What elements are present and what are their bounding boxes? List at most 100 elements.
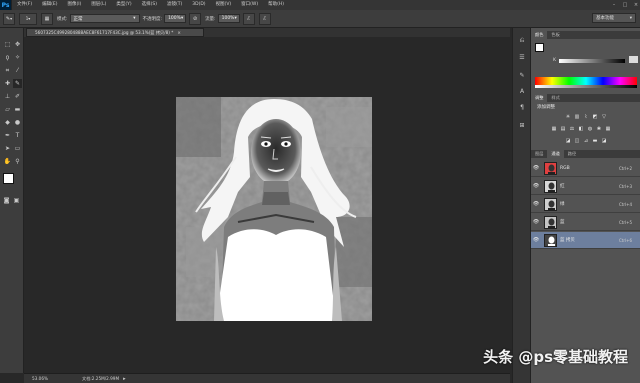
history-panel-icon[interactable]: ⎌ bbox=[517, 36, 527, 46]
menu-item-0[interactable]: 文件(F) bbox=[12, 0, 37, 10]
brightness-contrast-icon[interactable]: ☀ bbox=[565, 114, 571, 120]
channel-row-0[interactable]: 👁 RGB Ctrl+2 bbox=[531, 160, 640, 177]
brush-size-picker[interactable]: 1 ▾ bbox=[19, 12, 37, 25]
magic-wand-tool-icon[interactable]: ✧ bbox=[13, 53, 22, 62]
brush-panel-toggle[interactable]: ▦ bbox=[41, 12, 53, 25]
history-brush-tool-icon[interactable]: ✐ bbox=[13, 92, 22, 101]
tool-preset-picker[interactable]: ✎ ▾ bbox=[3, 12, 15, 25]
tab-swatches[interactable]: 色板 bbox=[547, 31, 563, 39]
tab-adjustments[interactable]: 调整 bbox=[531, 94, 548, 102]
path-selection-tool-icon[interactable]: ➤ bbox=[3, 144, 12, 153]
exposure-icon[interactable]: ◩ bbox=[592, 114, 598, 120]
visibility-eye-icon[interactable]: 👁 bbox=[531, 201, 541, 207]
move-tool-icon[interactable]: ✥ bbox=[13, 40, 22, 49]
document-tab[interactable]: 5607325C4992804888AEC8F61717F43C.jpg @ 5… bbox=[26, 28, 204, 37]
gradient-tool-icon[interactable]: ▬ bbox=[13, 105, 22, 114]
grayscale-ramp[interactable] bbox=[535, 85, 637, 88]
zoom-tool-icon[interactable]: ⚲ bbox=[13, 157, 22, 166]
clone-stamp-tool-icon[interactable]: ⊥ bbox=[3, 92, 12, 101]
photo-filter-icon[interactable]: ◍ bbox=[587, 126, 593, 132]
visibility-eye-icon[interactable]: 👁 bbox=[531, 183, 541, 189]
zoom-level[interactable]: 53.06% bbox=[32, 376, 60, 381]
gradient-map-icon-small[interactable]: ▽ bbox=[601, 114, 607, 120]
maximize-button[interactable]: □ bbox=[621, 2, 629, 9]
levels-icon[interactable]: ▥ bbox=[574, 114, 580, 120]
blur-tool-icon[interactable]: ◆ bbox=[3, 118, 12, 127]
color-lookup-icon[interactable]: ▦ bbox=[605, 126, 611, 132]
k-value-field[interactable] bbox=[629, 56, 638, 63]
mode-select[interactable]: 正常 ▾ bbox=[69, 14, 140, 23]
dodge-tool-icon[interactable]: ● bbox=[13, 118, 22, 127]
menu-item-2[interactable]: 图像(I) bbox=[62, 0, 86, 10]
crop-tool-icon[interactable]: ⌗ bbox=[3, 66, 12, 75]
menu-item-8[interactable]: 视图(V) bbox=[211, 0, 237, 10]
menu-item-4[interactable]: 类型(Y) bbox=[111, 0, 136, 10]
size-pressure-toggle[interactable]: ℰ bbox=[258, 12, 271, 25]
tab-color[interactable]: 颜色 bbox=[531, 31, 548, 39]
brush-presets-icon[interactable]: ✎ bbox=[517, 70, 527, 80]
tab-layers[interactable]: 图层 bbox=[531, 150, 547, 158]
hand-tool-icon[interactable]: ✋ bbox=[3, 157, 12, 166]
screen-mode-icon[interactable]: ▣ bbox=[12, 196, 21, 205]
tab-styles[interactable]: 样式 bbox=[547, 94, 563, 102]
minimize-button[interactable]: – bbox=[610, 2, 618, 9]
color-spectrum[interactable] bbox=[535, 77, 637, 85]
opacity-field[interactable]: 100% ▾ bbox=[164, 14, 187, 23]
marquee-tool-icon[interactable]: ⬚ bbox=[3, 40, 12, 49]
hue-saturation-icon[interactable]: ▤ bbox=[560, 126, 566, 132]
menu-item-6[interactable]: 滤镜(T) bbox=[162, 0, 187, 10]
character-panel-icon[interactable]: A bbox=[517, 86, 527, 96]
menu-item-9[interactable]: 窗口(W) bbox=[236, 0, 263, 10]
clone-source-icon[interactable]: ⊞ bbox=[517, 120, 527, 130]
channel-row-2[interactable]: 👁 绿 Ctrl+4 bbox=[531, 196, 640, 213]
color-fg-swatch[interactable] bbox=[535, 43, 544, 52]
visibility-eye-icon[interactable]: 👁 bbox=[531, 219, 541, 225]
close-tab-icon[interactable]: × bbox=[177, 30, 181, 35]
brush-tool-icon-active[interactable]: ✎ bbox=[13, 79, 22, 88]
vibrance-icon[interactable]: ▦ bbox=[551, 126, 557, 132]
channel-row-4[interactable]: 👁 蓝 拷贝 Ctrl+6 bbox=[531, 232, 640, 249]
flow-field[interactable]: 100% ▾ bbox=[217, 14, 240, 23]
quick-mask-icon[interactable]: ◙ bbox=[2, 196, 11, 205]
menu-bar: Ps 文件(F) 编辑(E) 图像(I) 图层(L) 类型(Y) 选择(S) 滤镜(T) 3D… bbox=[0, 0, 640, 10]
healing-brush-tool-icon[interactable]: ✚ bbox=[3, 79, 12, 88]
paragraph-panel-icon[interactable]: ¶ bbox=[517, 102, 527, 112]
status-menu-arrow-icon[interactable]: ▸ bbox=[123, 376, 126, 382]
menu-item-1[interactable]: 编辑(E) bbox=[37, 0, 62, 10]
adjustments-panel-tabs: 调整 样式 bbox=[531, 94, 640, 102]
channel-row-3[interactable]: 👁 蓝 Ctrl+5 bbox=[531, 214, 640, 231]
lasso-tool-icon[interactable]: ϙ bbox=[3, 53, 12, 62]
document-canvas[interactable] bbox=[176, 97, 372, 321]
visibility-eye-icon[interactable]: 👁 bbox=[531, 237, 541, 243]
eraser-tool-icon[interactable]: ▱ bbox=[3, 105, 12, 114]
properties-panel-icon[interactable]: ☰ bbox=[517, 52, 527, 62]
menu-item-7[interactable]: 3D(D) bbox=[187, 0, 210, 10]
menu-item-5[interactable]: 选择(S) bbox=[137, 0, 162, 10]
visibility-eye-icon[interactable]: 👁 bbox=[531, 165, 541, 171]
threshold-icon[interactable]: ⊿ bbox=[583, 138, 589, 144]
menu-item-3[interactable]: 图层(L) bbox=[86, 0, 111, 10]
selective-color-icon[interactable]: ◪ bbox=[601, 138, 607, 144]
black-white-icon[interactable]: ◧ bbox=[578, 126, 584, 132]
tab-paths[interactable]: 路径 bbox=[564, 150, 580, 158]
k-slider-track[interactable] bbox=[559, 59, 625, 63]
channel-row-1[interactable]: 👁 红 Ctrl+3 bbox=[531, 178, 640, 195]
curves-icon[interactable]: ⌇ bbox=[583, 114, 589, 120]
pen-tool-icon[interactable]: ✒ bbox=[3, 131, 12, 140]
airbrush-toggle[interactable]: ℰ bbox=[242, 12, 255, 25]
workspace-switcher[interactable]: 基本功能 ▾ bbox=[592, 13, 636, 23]
foreground-color-swatch[interactable] bbox=[3, 173, 14, 184]
gradient-map-icon[interactable]: ▬ bbox=[592, 138, 598, 144]
eyedropper-tool-icon[interactable]: ⁄ bbox=[13, 66, 22, 75]
posterize-icon[interactable]: ◫ bbox=[574, 138, 580, 144]
invert-icon[interactable]: ◪ bbox=[565, 138, 571, 144]
shape-tool-icon[interactable]: ▭ bbox=[13, 144, 22, 153]
color-balance-icon[interactable]: ⚖ bbox=[569, 126, 575, 132]
channel-name: 绿 bbox=[560, 202, 565, 207]
channel-mixer-icon[interactable]: ❀ bbox=[596, 126, 602, 132]
type-tool-icon[interactable]: T bbox=[13, 131, 22, 140]
menu-item-10[interactable]: 帮助(H) bbox=[263, 0, 289, 10]
close-window-button[interactable]: × bbox=[632, 2, 640, 9]
opacity-pressure-toggle[interactable]: ⊘ bbox=[189, 12, 202, 25]
tab-channels[interactable]: 通道 bbox=[547, 150, 564, 158]
